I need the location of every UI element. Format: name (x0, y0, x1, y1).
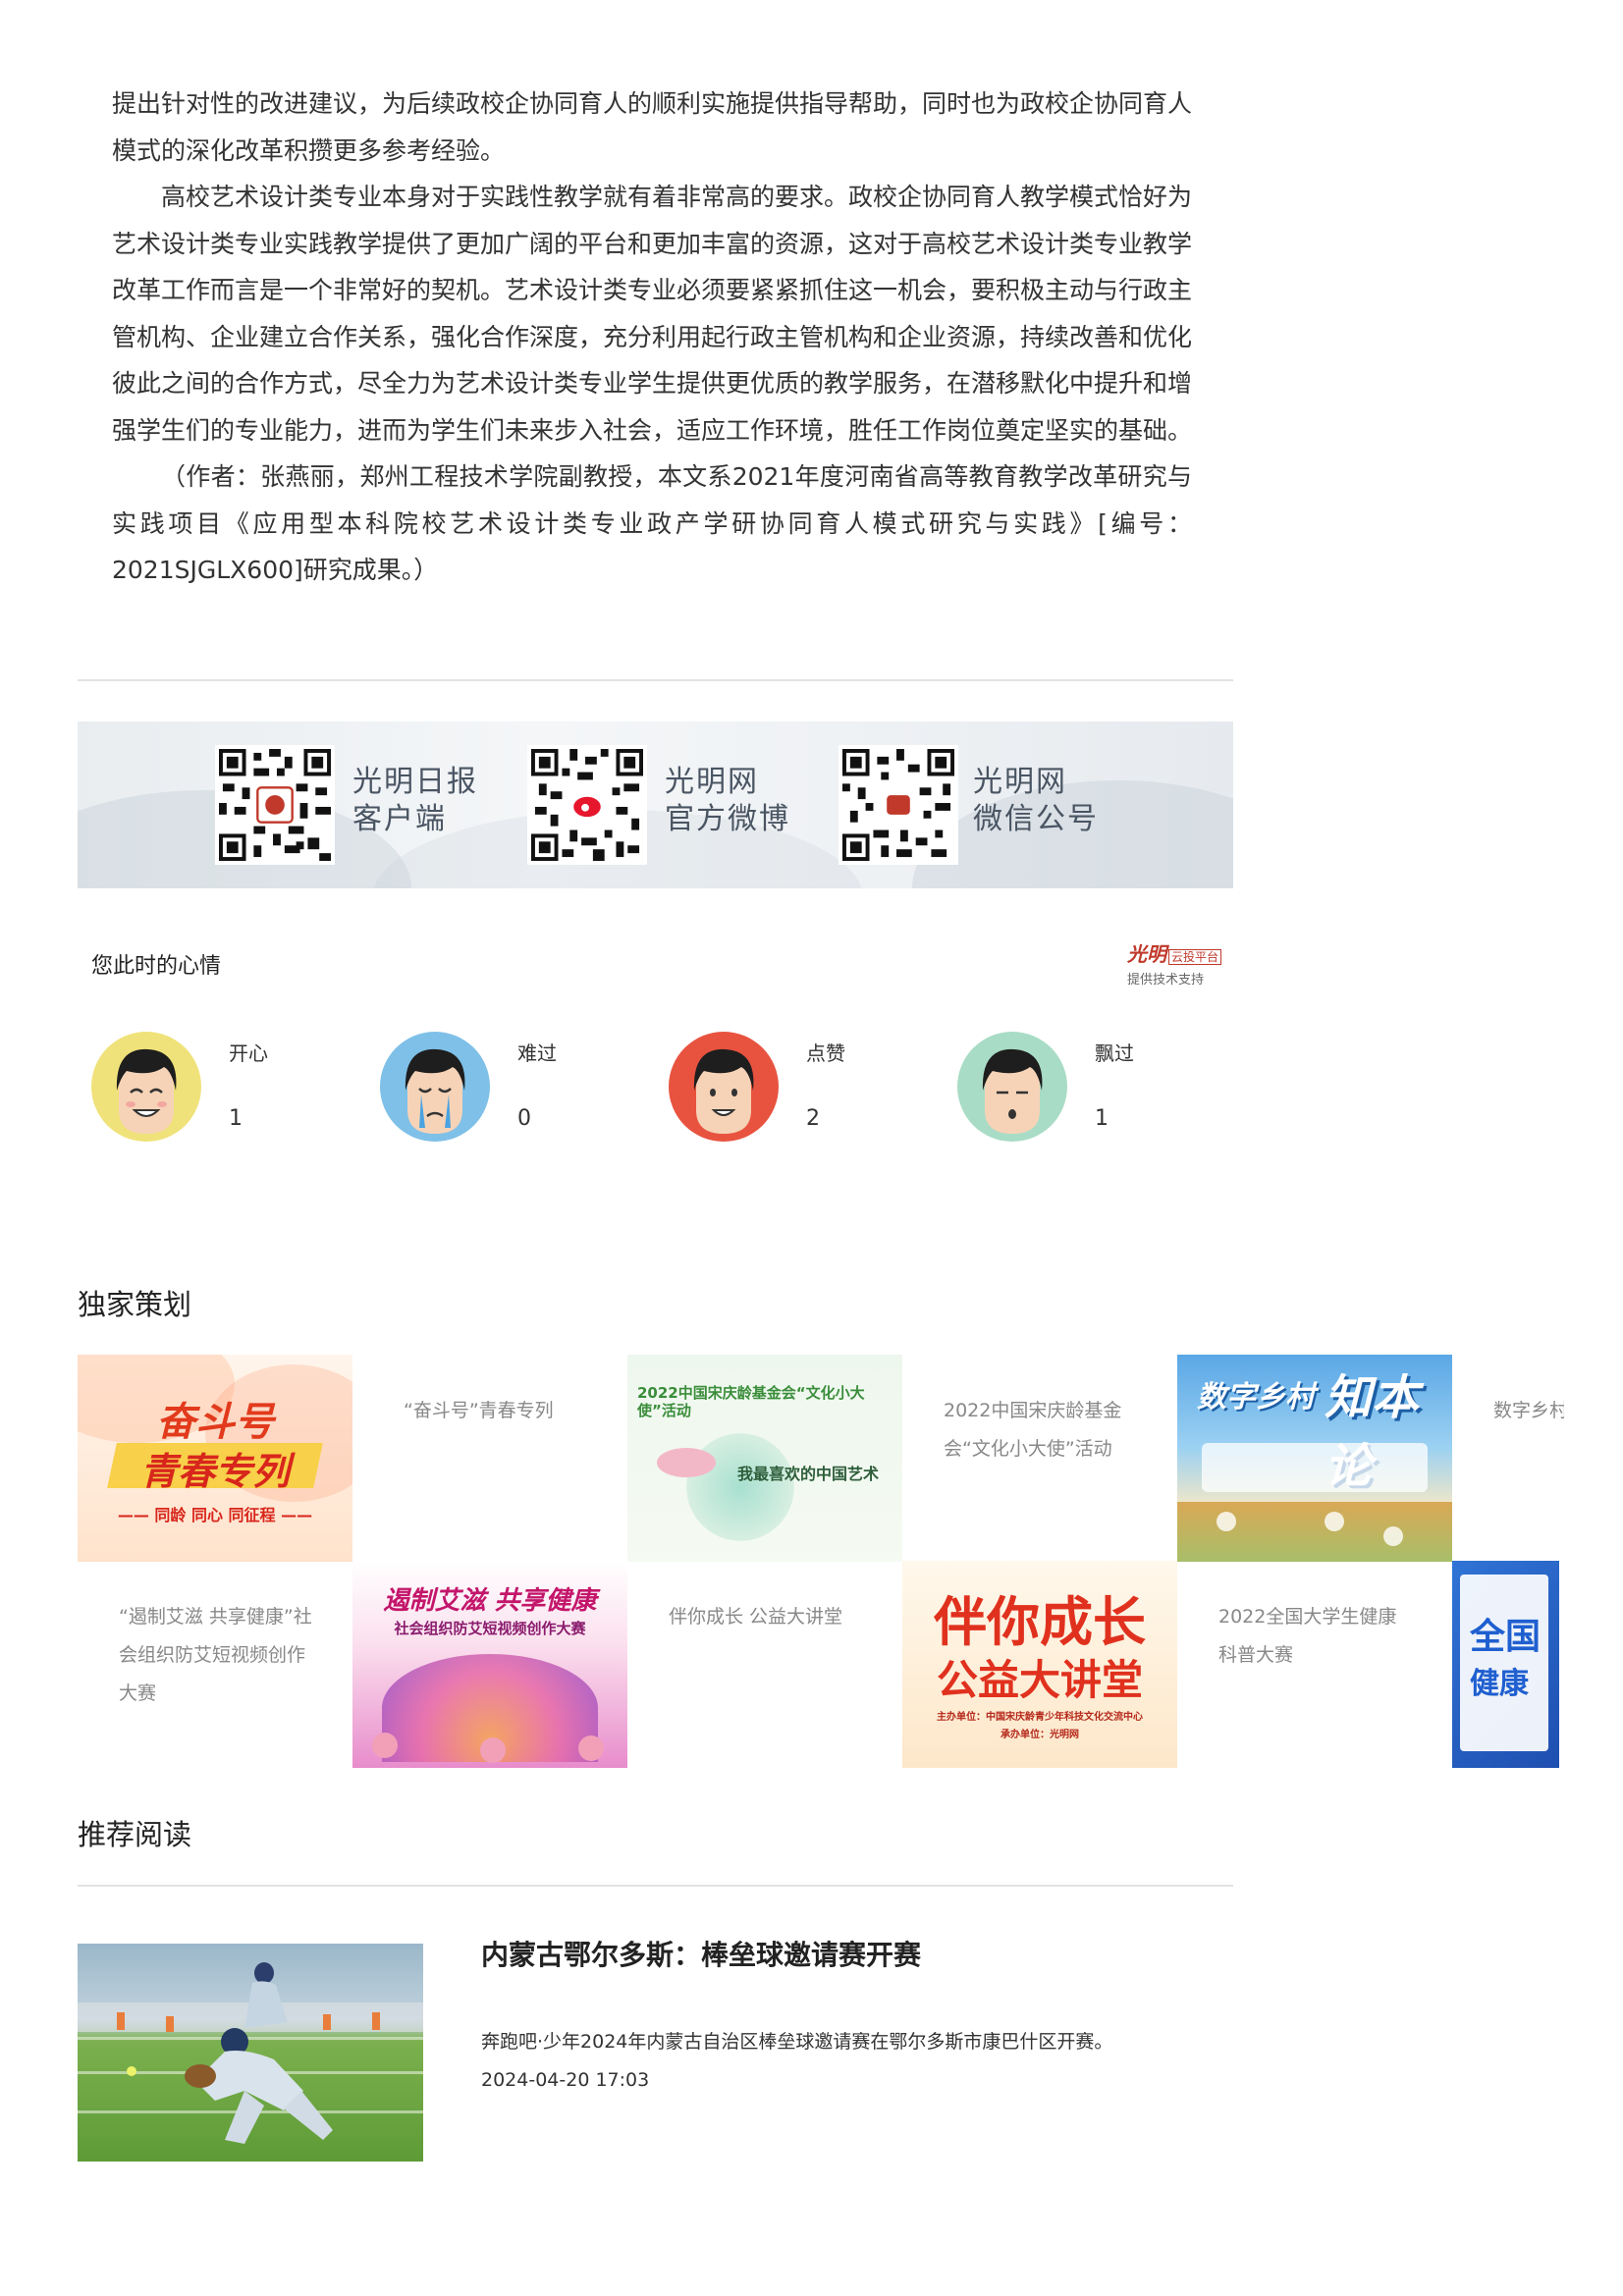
exclusive-card-image[interactable]: 奋斗号 青春专列 —— 同龄 同心 同征程 —— (78, 1355, 352, 1562)
section-title-exclusive: 独家策划 (78, 1288, 192, 1321)
exclusive-card-image[interactable]: 2022中国宋庆龄基金会“文化小大使”活动 我最喜欢的中国艺术 (627, 1355, 902, 1562)
mood-title: 您此时的心情 (91, 954, 222, 979)
brand-logo-text: 光明 (1127, 942, 1166, 966)
section-title-recommend: 推荐阅读 (78, 1818, 192, 1851)
exclusive-card-image[interactable]: 遏制艾滋 共享健康 社会组织防艾短视频创作大赛 (352, 1561, 627, 1768)
divider (78, 1885, 1233, 1887)
divider (78, 679, 1233, 681)
recommend-thumbnail[interactable] (78, 1944, 423, 2162)
qr-code-icon (531, 749, 643, 861)
brand-logo-tag: 云投平台 (1168, 949, 1222, 965)
exclusive-card-image[interactable]: 全国 健康 (1452, 1561, 1559, 1768)
recommend-summary: 奔跑吧·少年2024年内蒙古自治区棒垒球邀请赛在鄂尔多斯市康巴什区开赛。 (481, 2031, 1113, 2053)
neutral-face-icon (982, 1048, 1043, 1134)
mood-count: 1 (229, 1106, 243, 1131)
qr-code-app[interactable] (215, 745, 335, 865)
qr-code-icon (219, 749, 331, 861)
mood-pass-button[interactable] (957, 1032, 1067, 1142)
mood-count: 1 (1095, 1106, 1109, 1131)
happy-face-icon (116, 1048, 177, 1134)
mood-label: 飘过 (1095, 1041, 1134, 1065)
brand-logo[interactable]: 光明 云投平台 提供技术支持 (1127, 938, 1225, 988)
qr-label-app: 光明日报 客户端 (352, 765, 478, 836)
sad-face-icon (405, 1048, 465, 1134)
article-paragraph: 提出针对性的改进建议，为后续政校企协同育人的顺利实施提供指导帮助，同时也为政校企… (112, 89, 1193, 165)
exclusive-card-caption[interactable]: “遏制艾滋 共享健康”社会组织防艾短视频创作大赛 (119, 1598, 315, 1713)
mood-sad-button[interactable] (380, 1032, 490, 1142)
exclusive-card-caption[interactable]: 数字乡村 (1493, 1392, 1564, 1430)
mood-like-button[interactable] (669, 1032, 779, 1142)
qr-label-weibo: 光明网 官方微博 (665, 765, 790, 836)
mood-happy-button[interactable] (91, 1032, 201, 1142)
article-paragraph: 高校艺术设计类专业本身对于实践性教学就有着非常高的要求。政校企协同育人教学模式恰… (112, 183, 1193, 445)
baseball-photo-icon (78, 1944, 423, 2162)
mood-count: 2 (806, 1106, 820, 1131)
recommend-headline[interactable]: 内蒙古鄂尔多斯：棒垒球邀请赛开赛 (481, 1934, 921, 1973)
qr-code-wechat[interactable] (839, 745, 958, 865)
mood-label: 难过 (517, 1041, 557, 1065)
qr-code-weibo[interactable] (527, 745, 647, 865)
recommend-date: 2024-04-20 17:03 (481, 2069, 650, 2091)
exclusive-card-caption[interactable]: “奋斗号”青春专列 (404, 1392, 600, 1430)
article-author-note: （作者：张燕丽，郑州工程技术学院副教授，本文系2021年度河南省高等教育教学改革… (112, 462, 1192, 584)
qr-label-wechat: 光明网 微信公号 (973, 765, 1099, 836)
exclusive-card-caption[interactable]: 伴你成长 公益大讲堂 (669, 1598, 865, 1636)
mood-label: 开心 (229, 1041, 268, 1065)
exclusive-card-caption[interactable]: 2022全国大学生健康科普大赛 (1218, 1598, 1415, 1675)
article-body: 提出针对性的改进建议，为后续政校企协同育人的顺利实施提供指导帮助，同时也为政校企… (112, 80, 1192, 594)
brand-support-text: 提供技术支持 (1127, 973, 1205, 988)
mood-label: 点赞 (806, 1041, 845, 1065)
qr-code-icon (842, 749, 954, 861)
exclusive-card-image[interactable]: 伴你成长 公益大讲堂 主办单位：中国宋庆龄青少年科技文化交流中心 承办单位：光明… (902, 1561, 1177, 1768)
qr-code-banner: 光明日报 客户端 光明网 官方微博 光明网 微信公号 (78, 721, 1233, 888)
exclusive-card-caption[interactable]: 2022中国宋庆龄基金会“文化小大使”活动 (944, 1392, 1140, 1468)
mood-count: 0 (517, 1106, 531, 1131)
exclusive-card-image[interactable]: 数字乡村 知本论 (1177, 1355, 1452, 1562)
smile-face-icon (693, 1048, 754, 1134)
